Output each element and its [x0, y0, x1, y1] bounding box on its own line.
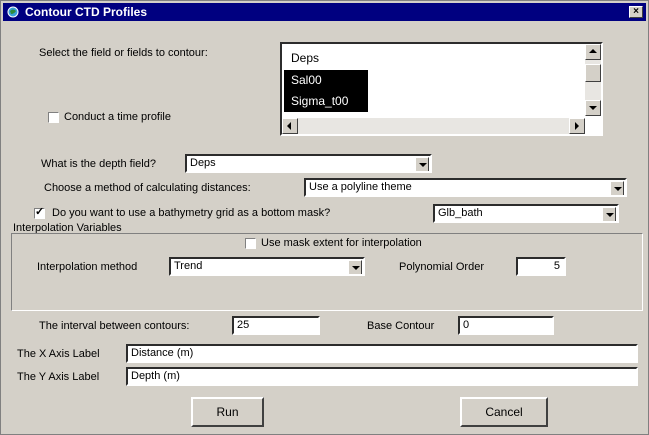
cancel-button-label: Cancel	[485, 405, 523, 419]
scroll-down-button[interactable]	[585, 100, 601, 116]
list-item[interactable]: Sal00	[284, 70, 368, 91]
fields-listbox[interactable]: Deps Sal00 Sigma_t00	[280, 42, 603, 136]
list-item[interactable]: Sigma_t00	[284, 91, 368, 112]
horizontal-scrollbar[interactable]	[282, 118, 585, 134]
run-button-label: Run	[216, 405, 239, 419]
fields-label: Select the field or fields to contour:	[39, 47, 208, 59]
checkmark-icon: ✓	[35, 206, 45, 218]
dropdown-arrow[interactable]	[348, 260, 362, 274]
arrow-down-icon	[589, 106, 597, 110]
close-icon: ×	[633, 6, 639, 17]
scroll-thumb[interactable]	[585, 64, 601, 82]
contour-interval-value: 25	[237, 319, 250, 331]
base-contour-label: Base Contour	[367, 320, 435, 332]
scroll-left-button[interactable]	[282, 118, 298, 134]
interpolation-method-label: Interpolation method	[37, 261, 138, 273]
base-contour-input[interactable]: 0	[458, 316, 554, 335]
bathymetry-label: Do you want to use a bathymetry grid as …	[52, 207, 331, 219]
bathymetry-checkbox[interactable]: ✓	[34, 206, 45, 219]
polynomial-order-label: Polynomial Order	[399, 261, 484, 273]
arrow-right-icon	[575, 122, 579, 130]
mask-extent-label: Use mask extent for interpolation	[261, 237, 422, 249]
contour-ctd-dialog: Contour CTD Profiles × Select the field …	[0, 0, 649, 435]
list-item[interactable]: Deps	[284, 48, 368, 69]
arrow-left-icon	[287, 122, 291, 130]
mask-extent-checkbox[interactable]	[245, 238, 256, 249]
scroll-right-button[interactable]	[569, 118, 585, 134]
chevron-down-icon	[352, 266, 360, 270]
cancel-button[interactable]: Cancel	[460, 397, 548, 427]
depth-field-value: Deps	[190, 157, 216, 169]
x-axis-label: The X Axis Label	[17, 348, 100, 360]
time-profile-checkbox[interactable]	[48, 112, 59, 123]
depth-field-label: What is the depth field?	[41, 158, 156, 170]
polynomial-order-input[interactable]: 5	[516, 257, 566, 276]
contour-interval-label: The interval between contours:	[39, 320, 190, 332]
vertical-scrollbar[interactable]	[585, 44, 601, 116]
base-contour-value: 0	[463, 319, 470, 331]
arrow-up-icon	[589, 49, 597, 53]
depth-field-dropdown[interactable]: Deps	[185, 154, 432, 173]
title-bar[interactable]: Contour CTD Profiles ×	[3, 3, 646, 21]
scroll-up-button[interactable]	[585, 44, 601, 60]
distance-method-label: Choose a method of calculating distances…	[44, 182, 251, 194]
bathymetry-grid-dropdown[interactable]: Glb_bath	[433, 204, 619, 223]
dropdown-arrow[interactable]	[610, 181, 624, 195]
contour-interval-input[interactable]: 25	[232, 316, 320, 335]
y-axis-label-input[interactable]: Depth (m)	[126, 367, 638, 386]
interpolation-method-value: Trend	[174, 260, 203, 272]
window-title: Contour CTD Profiles	[25, 5, 147, 19]
time-profile-label: Conduct a time profile	[64, 111, 171, 123]
interpolation-method-dropdown[interactable]: Trend	[169, 257, 365, 276]
run-button[interactable]: Run	[191, 397, 264, 427]
chevron-down-icon	[606, 213, 614, 217]
chevron-down-icon	[614, 187, 622, 191]
dropdown-arrow[interactable]	[602, 207, 616, 221]
y-axis-label: The Y Axis Label	[17, 371, 100, 383]
distance-method-value: Use a polyline theme	[309, 181, 412, 193]
bathymetry-grid-value: Glb_bath	[438, 207, 483, 219]
close-button[interactable]: ×	[629, 6, 643, 18]
x-axis-label-input[interactable]: Distance (m)	[126, 344, 638, 363]
y-axis-label-value: Depth (m)	[131, 370, 180, 382]
polynomial-order-value: 5	[553, 260, 560, 272]
globe-icon	[7, 6, 19, 18]
distance-method-dropdown[interactable]: Use a polyline theme	[304, 178, 627, 197]
x-axis-label-value: Distance (m)	[131, 347, 194, 359]
dropdown-arrow[interactable]	[415, 157, 429, 171]
chevron-down-icon	[419, 163, 427, 167]
